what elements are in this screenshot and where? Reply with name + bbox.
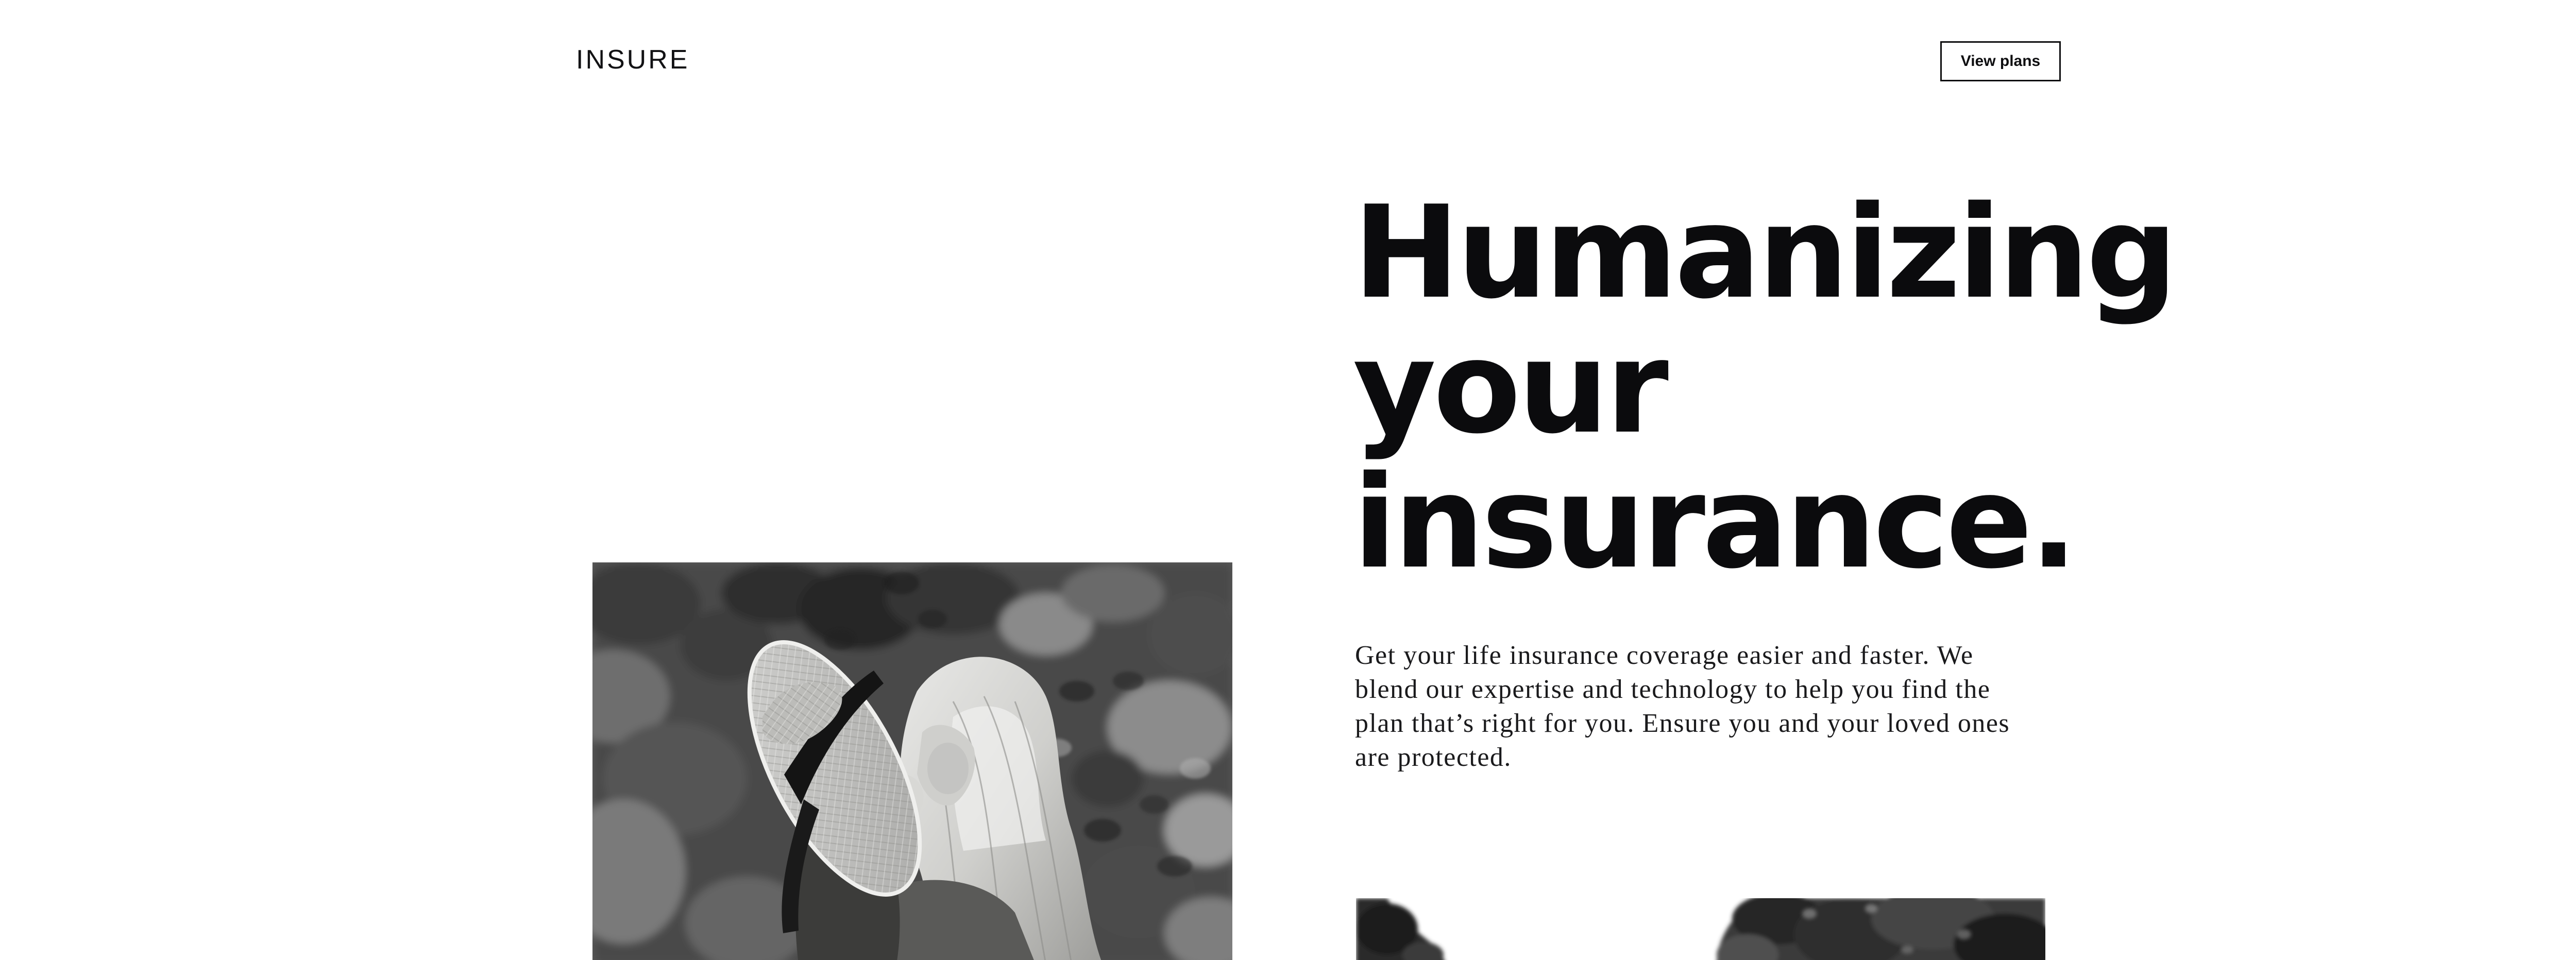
landing-page: INSURE View plans Humanizing your insura… — [0, 0, 2576, 960]
hero-title-line: your — [1353, 314, 1669, 462]
hero-title-line: insurance. — [1353, 449, 2078, 597]
hero-description: Get your life insurance coverage easier … — [1355, 641, 2010, 772]
treetops-photo — [1356, 898, 2045, 960]
view-plans-button[interactable]: View plans — [1940, 41, 2061, 81]
hero-title: Humanizing your insurance. — [1353, 179, 2178, 597]
logo[interactable]: INSURE — [576, 46, 689, 73]
hero-title-line: Humanizing — [1353, 179, 2178, 327]
mother-and-daughter-photo — [592, 562, 1232, 960]
